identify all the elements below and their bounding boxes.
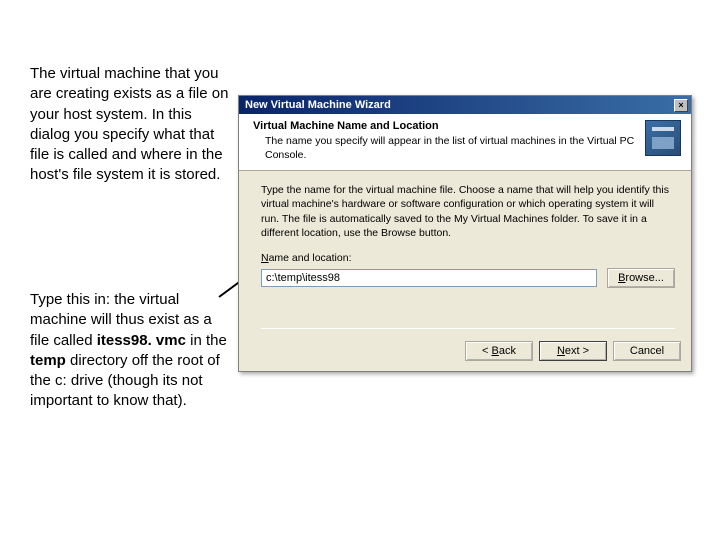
dialog-header-title: Virtual Machine Name and Location <box>253 120 637 132</box>
close-button[interactable]: × <box>674 99 688 112</box>
explainer-text-1: The virtual machine that you are creatin… <box>30 65 228 183</box>
next-accelerator: N <box>557 345 565 357</box>
close-icon: × <box>678 101 683 110</box>
browse-button[interactable]: Browse... <box>607 268 675 288</box>
explainer-dirname: temp <box>30 352 66 369</box>
name-location-input[interactable] <box>261 269 597 287</box>
dialog-instruction: Type the name for the virtual machine fi… <box>261 183 675 240</box>
browse-rest: rowse... <box>625 272 664 284</box>
new-vm-wizard-dialog: New Virtual Machine Wizard × Virtual Mac… <box>238 95 692 372</box>
explainer-paragraph-2: Type this in: the virtual machine will t… <box>30 290 230 412</box>
dialog-body: Type the name for the virtual machine fi… <box>239 171 691 333</box>
dialog-header-text: Virtual Machine Name and Location The na… <box>253 120 637 162</box>
dialog-title: New Virtual Machine Wizard <box>245 99 391 111</box>
next-rest: ext > <box>565 345 589 357</box>
label-accelerator: N <box>261 252 269 264</box>
dialog-footer: < Back Next > Cancel <box>239 333 691 371</box>
explainer-paragraph-1: The virtual machine that you are creatin… <box>30 64 230 186</box>
dialog-header-panel: Virtual Machine Name and Location The na… <box>239 114 691 171</box>
dialog-header-subtitle: The name you specify will appear in the … <box>265 135 637 162</box>
back-button[interactable]: < Back <box>465 341 533 361</box>
name-location-label: Name and location: <box>261 252 675 264</box>
next-button[interactable]: Next > <box>539 341 607 361</box>
footer-separator <box>261 328 675 329</box>
name-location-row: Browse... <box>261 268 675 288</box>
cancel-button[interactable]: Cancel <box>613 341 681 361</box>
back-rest: ack <box>499 345 516 357</box>
explainer-filename: itess98. vmc <box>97 332 186 349</box>
dialog-titlebar[interactable]: New Virtual Machine Wizard × <box>239 96 691 114</box>
explainer-text-2-mid: in the <box>186 332 227 349</box>
label-rest: ame and location: <box>269 252 352 264</box>
back-accelerator: B <box>492 345 499 357</box>
back-prefix: < <box>482 345 491 357</box>
cancel-label: Cancel <box>630 345 664 357</box>
computer-icon <box>645 120 681 156</box>
